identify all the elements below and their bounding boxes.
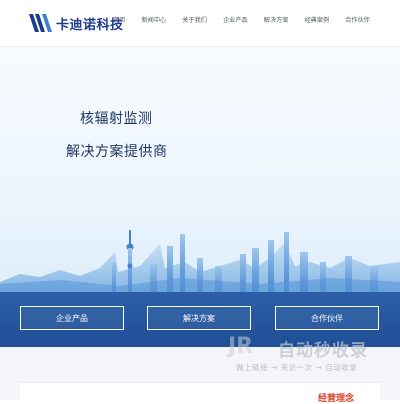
- hero-banner: 核辐射监测 解决方案提供商 企业产品 解决方案 合作伙伴: [0, 47, 400, 347]
- kadino-logo-icon: [29, 14, 52, 32]
- nav-item-partners[interactable]: 合作伙伴: [345, 15, 370, 24]
- solutions-button[interactable]: 解决方案: [147, 306, 251, 330]
- philosophy-heading: 经营理念: [317, 394, 354, 404]
- nav-item-about[interactable]: 关于我们: [182, 15, 207, 24]
- nav-item-products[interactable]: 企业产品: [223, 15, 248, 24]
- site-header: 卡迪诺科技 首页 新闻中心 关于我们 企业产品 解决方案 经典案例 合作伙伴: [0, 0, 400, 47]
- products-button[interactable]: 企业产品: [20, 306, 124, 330]
- hero-title: 核辐射监测: [80, 111, 153, 127]
- city-skyline-image: [0, 230, 400, 297]
- nav-item-solutions[interactable]: 解决方案: [264, 15, 289, 24]
- nav-item-cases[interactable]: 经典案例: [305, 15, 330, 24]
- hero-button-band: 企业产品 解决方案 合作伙伴: [0, 292, 400, 347]
- hero-subtitle: 解决方案提供商: [66, 144, 168, 160]
- main-nav: 首页 新闻中心 关于我们 企业产品 解决方案 经典案例 合作伙伴: [97, 15, 370, 24]
- partners-button[interactable]: 合作伙伴: [275, 306, 379, 330]
- nav-item-home[interactable]: 首页: [113, 15, 125, 24]
- nav-item-news[interactable]: 新闻中心: [142, 15, 167, 24]
- content-section: 经营理念: [0, 347, 400, 404]
